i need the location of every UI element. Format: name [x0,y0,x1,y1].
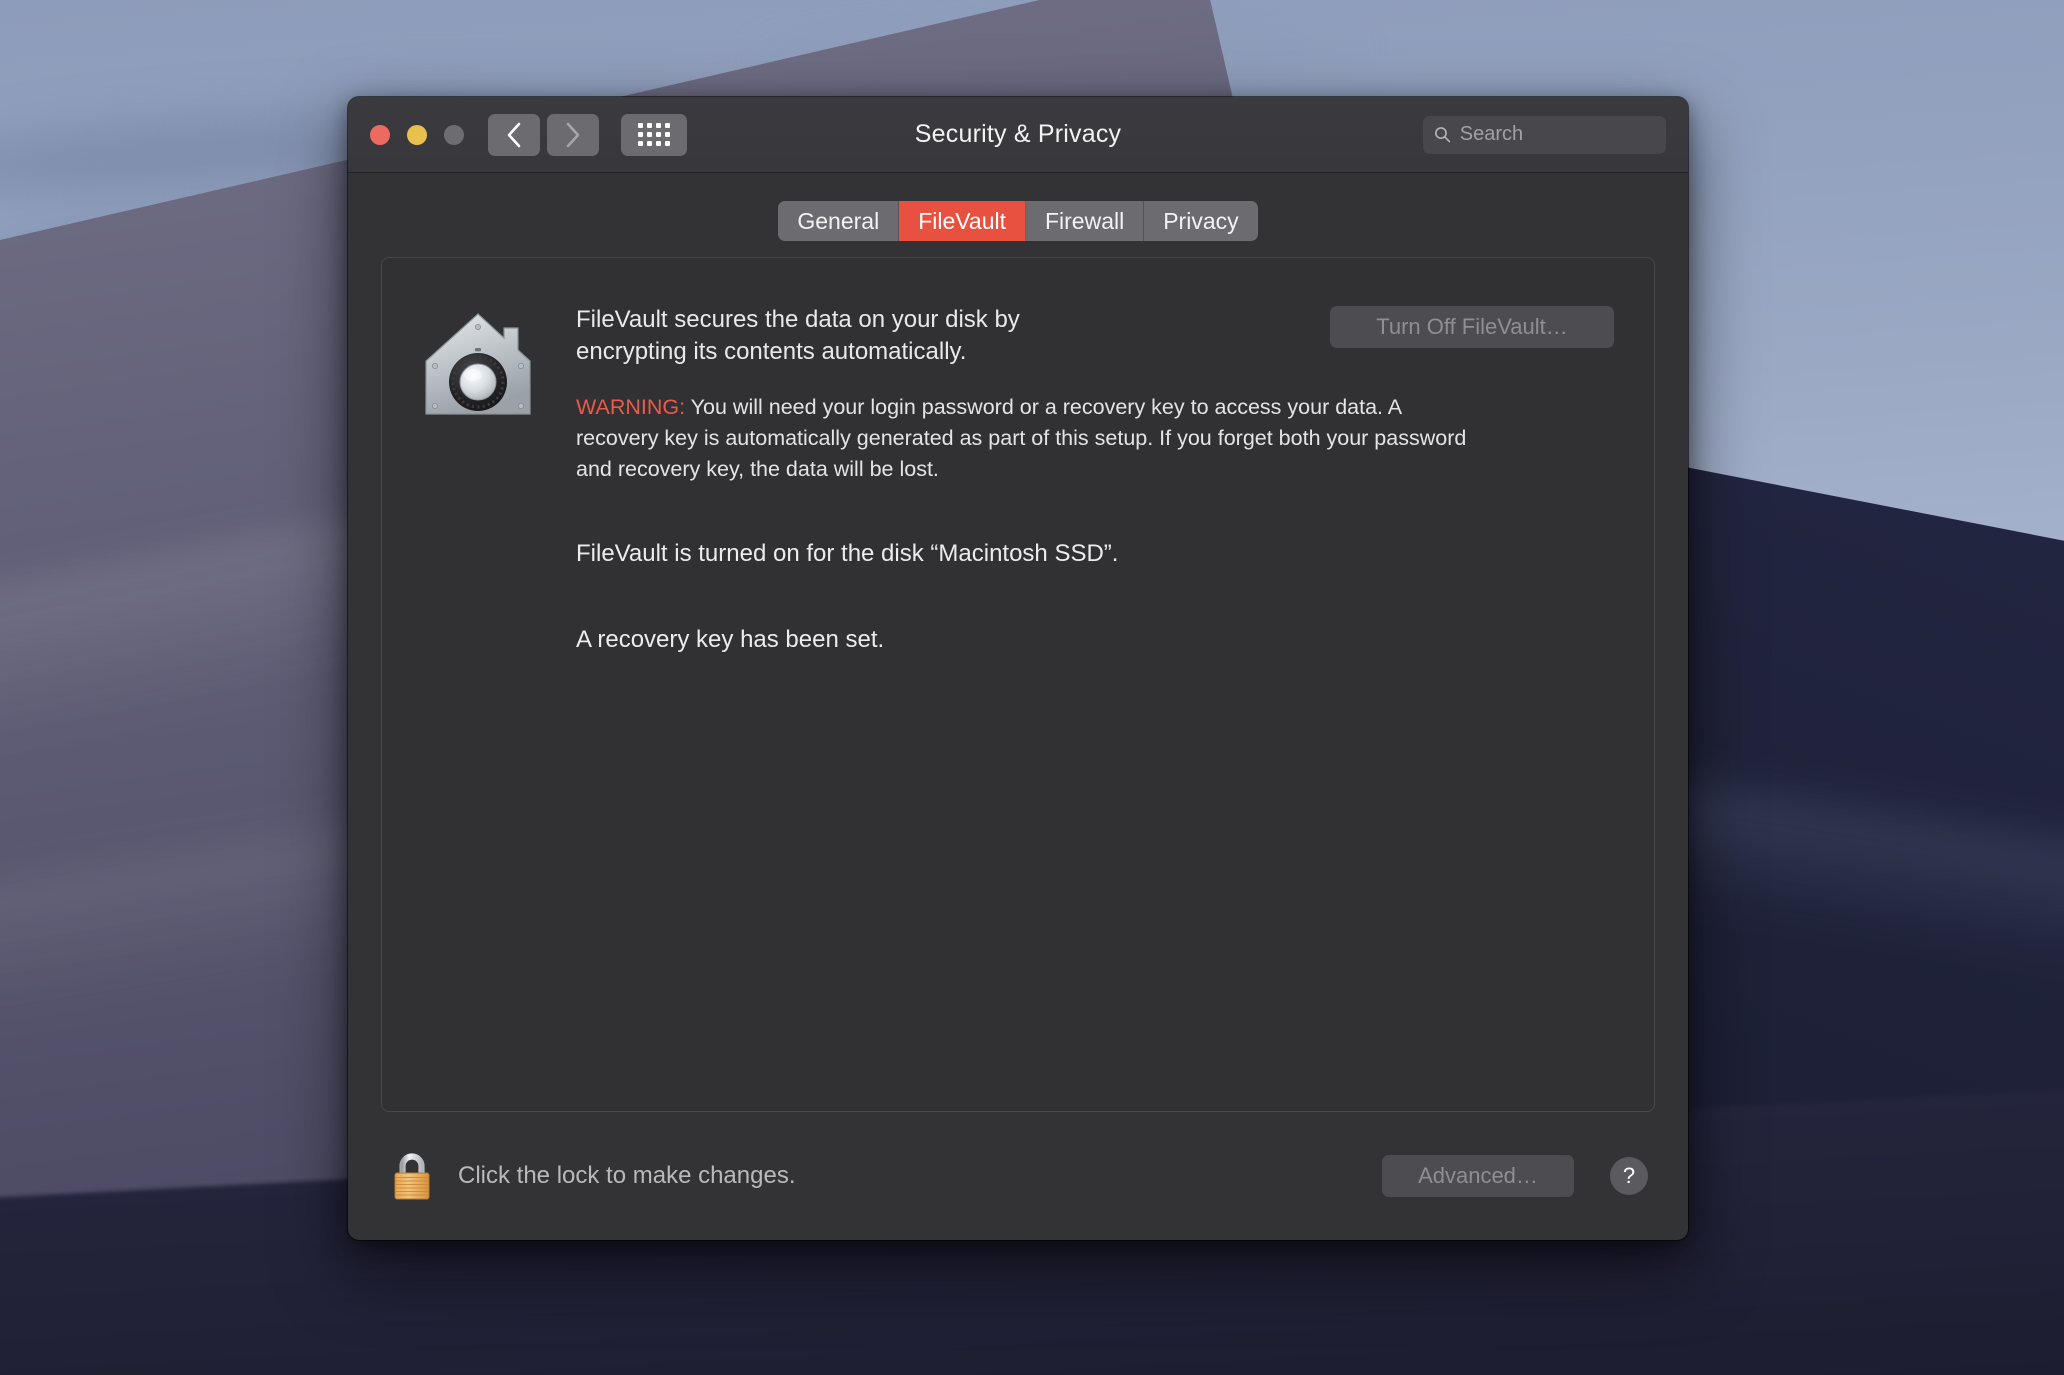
grid-dots-icon [638,123,670,146]
security-privacy-window: Security & Privacy General FileVault Fir… [348,97,1688,1240]
turn-off-filevault-button[interactable]: Turn Off FileVault… [1330,306,1614,348]
tab-firewall[interactable]: Firewall [1026,201,1145,241]
desktop-wallpaper: Security & Privacy General FileVault Fir… [0,0,2064,1375]
minimize-button[interactable] [407,124,427,145]
traffic-light-group [370,124,464,145]
filevault-warning: WARNING: You will need your login passwo… [576,392,1481,485]
help-button[interactable]: ? [1610,1157,1648,1195]
search-field[interactable] [1423,115,1666,154]
window-titlebar[interactable]: Security & Privacy [348,97,1688,173]
warning-body: You will need your login password or a r… [576,394,1467,481]
filevault-status-recovery-key: A recovery key has been set. [576,625,885,653]
window-bottom-bar: Click the lock to make changes. Advanced… [348,1112,1688,1240]
tab-general[interactable]: General [778,201,900,241]
filevault-description: FileVault secures the data on your disk … [576,306,1020,365]
forward-chevron-icon [566,122,580,147]
back-chevron-icon [507,122,521,147]
closed-padlock-icon [394,1153,430,1200]
search-input[interactable] [1459,123,1655,146]
lock-instruction-label: Click the lock to make changes. [458,1162,796,1189]
tab-bar: General FileVault Firewall Privacy [348,173,1688,257]
lock-button[interactable] [390,1150,434,1202]
advanced-button[interactable]: Advanced… [1382,1155,1574,1197]
tab-filevault[interactable]: FileVault [899,201,1026,241]
zoom-button[interactable] [444,124,464,145]
close-button[interactable] [370,124,390,145]
warning-label: WARNING: [576,394,686,419]
show-all-button[interactable] [621,113,687,156]
back-button[interactable] [488,113,540,156]
filevault-panel: FileVault secures the data on your disk … [381,257,1655,1112]
search-icon [1435,127,1451,143]
filevault-house-safe-icon [425,313,531,415]
forward-button[interactable] [547,113,599,156]
navigation-button-group [488,113,599,156]
tab-privacy[interactable]: Privacy [1144,201,1257,241]
filevault-content: FileVault secures the data on your disk … [572,304,1614,654]
filevault-icon-container [422,304,572,654]
filevault-status-disk: FileVault is turned on for the disk “Mac… [576,539,1119,567]
